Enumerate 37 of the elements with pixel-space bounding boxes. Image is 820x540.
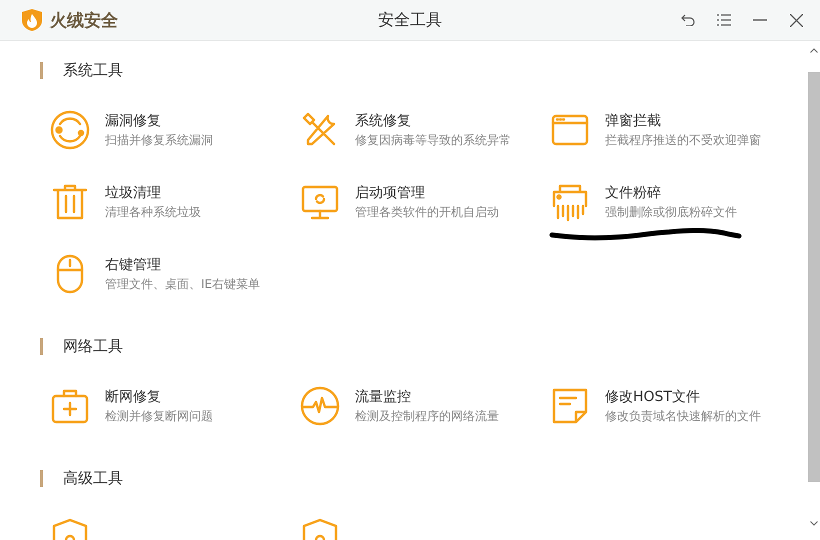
tool-description: 拦截程序推送的不受欢迎弹窗 bbox=[605, 132, 761, 148]
menu-icon bbox=[717, 14, 731, 26]
scrollbar-thumb[interactable] bbox=[808, 72, 820, 482]
tool-name[interactable]: 断网修复 bbox=[105, 388, 213, 404]
tool-name[interactable]: 流量监控 bbox=[355, 388, 499, 404]
tool-name[interactable]: 修改HOST文件 bbox=[605, 388, 761, 404]
note-icon[interactable] bbox=[550, 386, 590, 426]
tool-description: 强制删除或彻底粉碎文件 bbox=[605, 204, 737, 220]
tool-description: 检测并修复断网问题 bbox=[105, 408, 213, 424]
tool-name[interactable]: 启动项管理 bbox=[355, 184, 499, 200]
close-icon bbox=[790, 14, 802, 26]
tool-description: 修复因病毒等导致的系统异常 bbox=[355, 132, 511, 148]
tool-name[interactable]: 右键管理 bbox=[105, 256, 260, 272]
tool-description: 扫描并修复系统漏洞 bbox=[105, 132, 213, 148]
tool-description: 修改负责域名快速解析的文件 bbox=[605, 408, 761, 424]
tool-name[interactable]: 垃圾清理 bbox=[105, 184, 201, 200]
scroll-down-icon[interactable] bbox=[810, 521, 818, 526]
tool-description: 管理各类软件的开机自启动 bbox=[355, 204, 499, 220]
section-heading: 高级工具 bbox=[63, 468, 123, 488]
shredder-icon[interactable] bbox=[550, 182, 590, 222]
scroll-up-icon[interactable] bbox=[810, 48, 818, 53]
section-heading: 网络工具 bbox=[63, 336, 123, 356]
brand-name: 火绒安全 bbox=[50, 10, 118, 32]
undo-icon bbox=[681, 14, 695, 26]
trash-icon[interactable] bbox=[50, 182, 90, 222]
pulse-icon[interactable] bbox=[300, 386, 340, 426]
tool-description: 清理各种系统垃圾 bbox=[105, 204, 201, 220]
section-heading: 系统工具 bbox=[63, 60, 123, 80]
tool-name[interactable]: 漏洞修复 bbox=[105, 112, 213, 128]
flame-shield-logo-icon bbox=[22, 9, 42, 31]
tool-name[interactable]: 弹窗拦截 bbox=[605, 112, 761, 128]
minimize-icon bbox=[753, 19, 767, 21]
tool-name[interactable]: 文件粉碎 bbox=[605, 184, 737, 200]
window-title: 安全工具 bbox=[378, 10, 442, 30]
tool-name[interactable]: 系统修复 bbox=[355, 112, 511, 128]
tool-description: 检测及控制程序的网络流量 bbox=[355, 408, 499, 424]
tool-description: 管理文件、桌面、IE右键菜单 bbox=[105, 276, 260, 292]
